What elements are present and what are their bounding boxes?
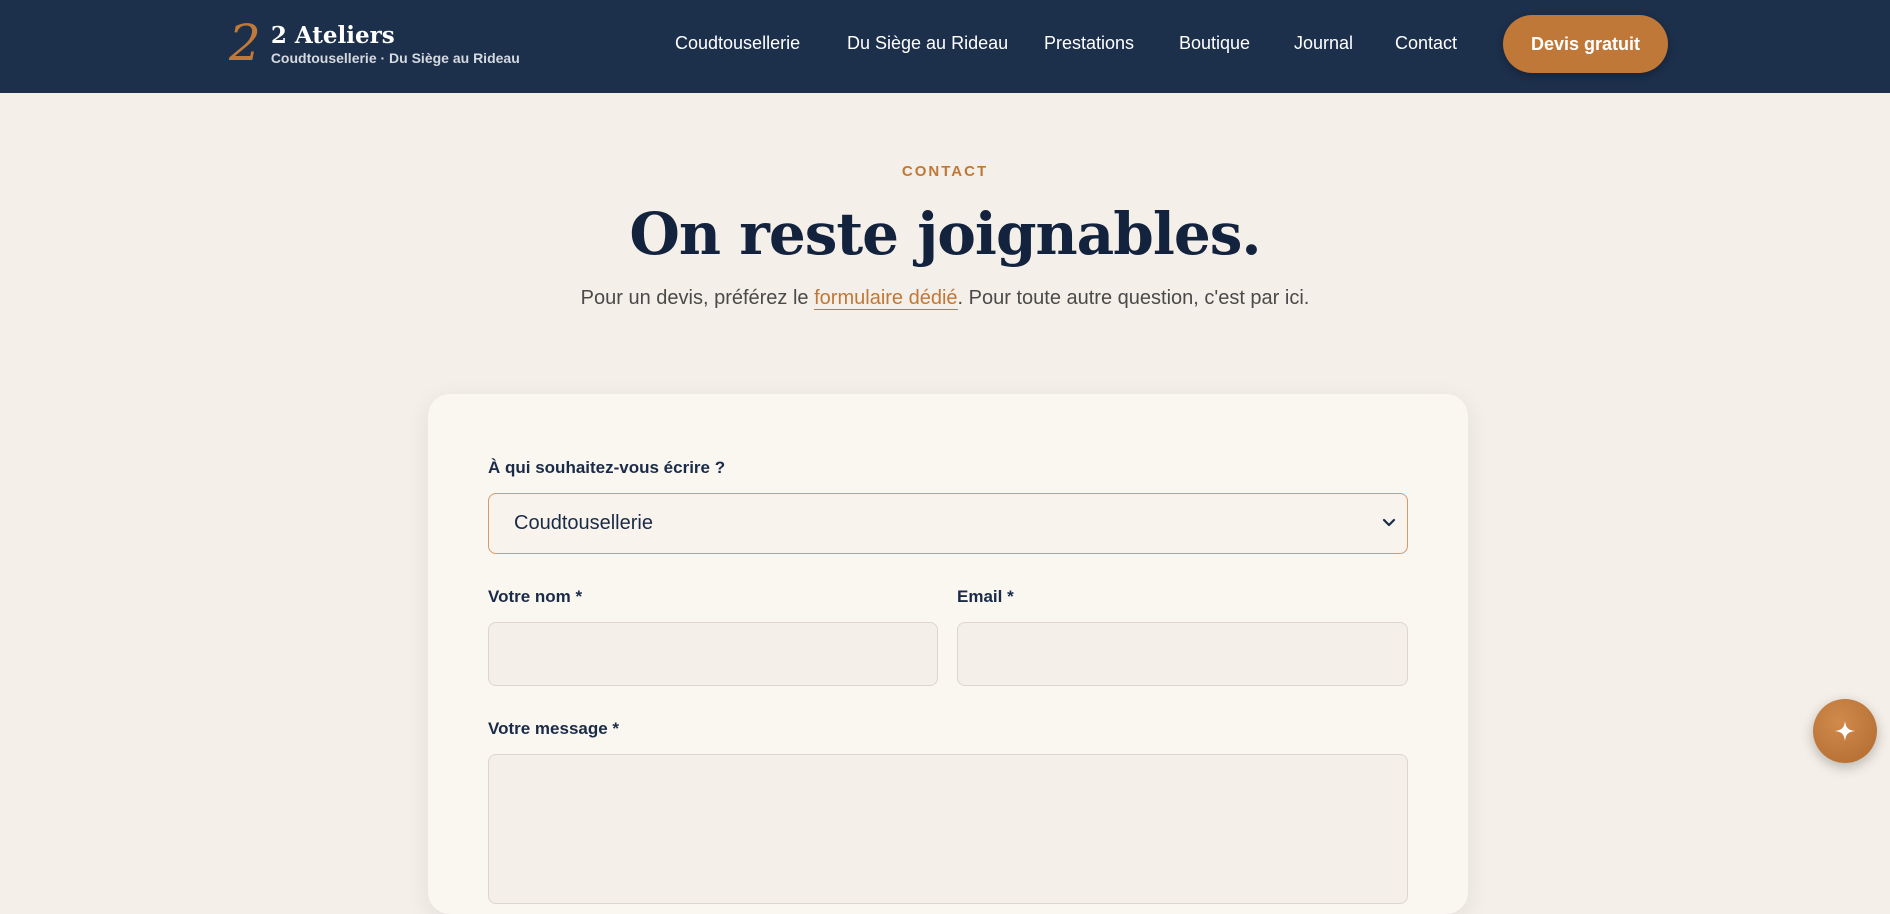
sparkle-icon <box>1835 721 1855 741</box>
section-eyebrow: CONTACT <box>901 163 989 180</box>
nav-item-coudtousellerie[interactable]: Coudtousellerie <box>675 33 800 54</box>
contact-form-card: À qui souhaitez-vous écrire ? Coudtousel… <box>428 394 1468 914</box>
email-input[interactable] <box>957 622 1408 686</box>
message-label: Votre message * <box>488 719 620 738</box>
nav-item-contact[interactable]: Contact <box>1395 33 1457 54</box>
page-lead: Pour un devis, préférez le formulaire dé… <box>0 287 1890 310</box>
assistant-button[interactable] <box>1813 699 1877 763</box>
brand-mark: 2 <box>229 14 261 72</box>
recipient-label: À qui souhaitez-vous écrire ? <box>488 458 726 477</box>
message-textarea[interactable] <box>488 754 1408 904</box>
name-label: Votre nom * <box>488 587 583 606</box>
nav-item-prestations[interactable]: Prestations <box>1044 33 1134 54</box>
lead-text-before: Pour un devis, préférez le <box>580 287 815 309</box>
brand-text: 2 Ateliers Coudtousellerie · Du Siège au… <box>271 23 520 67</box>
nav-item-journal[interactable]: Journal <box>1294 33 1353 54</box>
lead-text-after: . Pour toute autre question, c'est par i… <box>957 287 1310 309</box>
chevron-down-icon <box>1382 518 1396 527</box>
quote-form-link[interactable]: formulaire dédié <box>814 287 958 310</box>
brand-logo[interactable]: 2 2 Ateliers Coudtousellerie · Du Siège … <box>229 14 520 72</box>
nav-item-boutique[interactable]: Boutique <box>1179 33 1250 54</box>
email-label: Email * <box>957 587 1014 606</box>
recipient-select-value: Coudtousellerie <box>514 512 653 534</box>
site-header: 2 2 Ateliers Coudtousellerie · Du Siège … <box>0 0 1890 93</box>
recipient-select[interactable]: Coudtousellerie <box>488 493 1408 554</box>
brand-title: 2 Ateliers <box>270 22 395 49</box>
name-input[interactable] <box>488 622 938 686</box>
brand-subtitle: Coudtousellerie · Du Siège au Rideau <box>270 50 520 66</box>
free-quote-button[interactable]: Devis gratuit <box>1503 15 1668 73</box>
nav-item-du-siege-au-rideau[interactable]: Du Siège au Rideau <box>847 33 1008 54</box>
page-title: On reste joignables. <box>629 200 1261 268</box>
